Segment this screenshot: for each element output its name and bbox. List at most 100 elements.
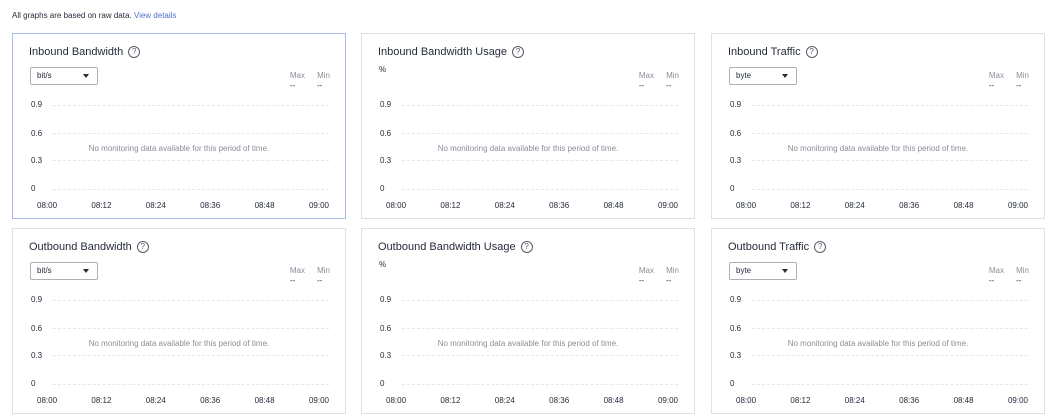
panel-title: Outbound Traffic ? [728,240,827,254]
max-value: -- [638,81,645,90]
empty-state-message: No monitoring data available for this pe… [787,339,969,348]
x-axis: 08:00 08:12 08:24 08:36 08:48 09:00 [386,201,678,211]
gridline [402,355,678,356]
x-tick-label: 08:36 [549,396,570,405]
x-tick-label: 08:00 [37,396,58,405]
min-stat: Min -- [666,266,679,286]
max-stat: Max -- [639,71,654,91]
x-tick-label: 08:24 [494,201,515,210]
x-tick-label: 09:00 [308,396,329,405]
min-value: -- [317,276,323,285]
help-icon[interactable]: ? [512,46,525,58]
gridline [752,160,1028,161]
chart-panel: Outbound Traffic ? byte Max -- Min -- 0.… [711,228,1045,414]
unit-select[interactable]: byte [729,262,797,280]
help-icon[interactable]: ? [128,46,141,58]
unit-select-value: bit/s [37,266,52,275]
x-tick-label: 08:00 [386,396,407,405]
x-tick-label: 08:24 [494,396,515,405]
y-tick-label: 0.6 [730,129,742,138]
y-tick-label: 0.3 [31,156,43,165]
unit-select[interactable]: bit/s [30,67,98,85]
notice-text: All graphs are based on raw data. [12,11,132,20]
max-stat: Max -- [639,266,654,286]
min-label: Min [1016,266,1029,275]
gridline [53,384,329,385]
min-label: Min [1016,71,1029,80]
x-tick-label: 08:24 [844,201,865,210]
x-tick-label: 08:48 [953,396,974,405]
x-tick-label: 08:00 [736,201,757,210]
max-stat: Max -- [989,71,1004,91]
gridline [402,133,678,134]
chart-panel: Inbound Bandwidth ? bit/s Max -- Min -- … [12,33,346,219]
x-tick-label: 08:00 [37,201,58,210]
min-stat: Min -- [1016,266,1029,286]
view-details-link[interactable]: View details [134,11,177,20]
unit-select-value: bit/s [37,71,52,80]
unit-select-value: byte [736,71,752,80]
gridline [402,160,678,161]
gridline [53,355,329,356]
x-tick-label: 08:24 [145,396,166,405]
x-tick-label: 08:48 [254,201,275,210]
help-icon[interactable]: ? [805,46,818,58]
x-tick-label: 08:36 [200,201,221,210]
x-axis: 08:00 08:12 08:24 08:36 08:48 09:00 [736,396,1028,406]
min-value: -- [1016,276,1022,285]
empty-state-message: No monitoring data available for this pe… [437,339,619,348]
chart-panel: Outbound Bandwidth ? bit/s Max -- Min --… [12,228,346,414]
gridline [752,300,1028,301]
y-tick-label: 0.6 [380,129,392,138]
x-tick-label: 08:12 [440,396,461,405]
y-tick-label: 0 [380,379,385,388]
gridline [53,300,329,301]
panel-title: Inbound Bandwidth Usage ? [378,45,525,59]
help-icon[interactable]: ? [814,241,827,253]
max-value: -- [289,81,296,90]
x-tick-label: 08:48 [953,201,974,210]
panel-title-text: Inbound Bandwidth Usage [378,46,508,58]
min-label: Min [317,71,330,80]
x-tick-label: 08:48 [603,201,624,210]
max-label: Max [988,71,1004,80]
panel-title: Inbound Traffic ? [728,45,818,59]
y-tick-label: 0.3 [730,156,742,165]
y-tick-label: 0.9 [31,100,43,109]
unit-select-value: byte [736,266,752,275]
unit-select[interactable]: bit/s [30,262,98,280]
panel-title-text: Inbound Bandwidth [29,46,124,58]
min-label: Min [666,266,679,275]
y-tick-label: 0 [31,379,36,388]
x-tick-label: 08:48 [603,396,624,405]
min-value: -- [317,81,323,90]
unit-select[interactable]: byte [729,67,797,85]
x-tick-label: 08:24 [145,201,166,210]
chevron-down-icon [83,269,89,273]
y-tick-label: 0.6 [31,129,43,138]
panel-title: Outbound Bandwidth Usage ? [378,240,533,254]
max-stat: Max -- [290,71,305,91]
y-tick-label: 0.9 [380,100,392,109]
y-tick-label: 0 [380,184,385,193]
gridline [752,133,1028,134]
panel-title-text: Outbound Bandwidth Usage [378,241,516,253]
unit-label: % [379,260,387,269]
gridline [53,105,329,106]
x-tick-label: 08:24 [844,396,865,405]
x-tick-label: 08:00 [736,396,757,405]
gridline [752,189,1028,190]
x-axis: 08:00 08:12 08:24 08:36 08:48 09:00 [386,396,678,406]
gridline [752,328,1028,329]
gridline [53,328,329,329]
help-icon[interactable]: ? [520,241,533,253]
x-axis: 08:00 08:12 08:24 08:36 08:48 09:00 [37,201,329,211]
x-tick-label: 08:00 [386,201,407,210]
y-tick-label: 0.3 [31,351,43,360]
min-value: -- [666,276,672,285]
help-icon[interactable]: ? [136,241,149,253]
gridline [752,384,1028,385]
gridline [53,133,329,134]
gridline [402,328,678,329]
gridline [402,105,678,106]
